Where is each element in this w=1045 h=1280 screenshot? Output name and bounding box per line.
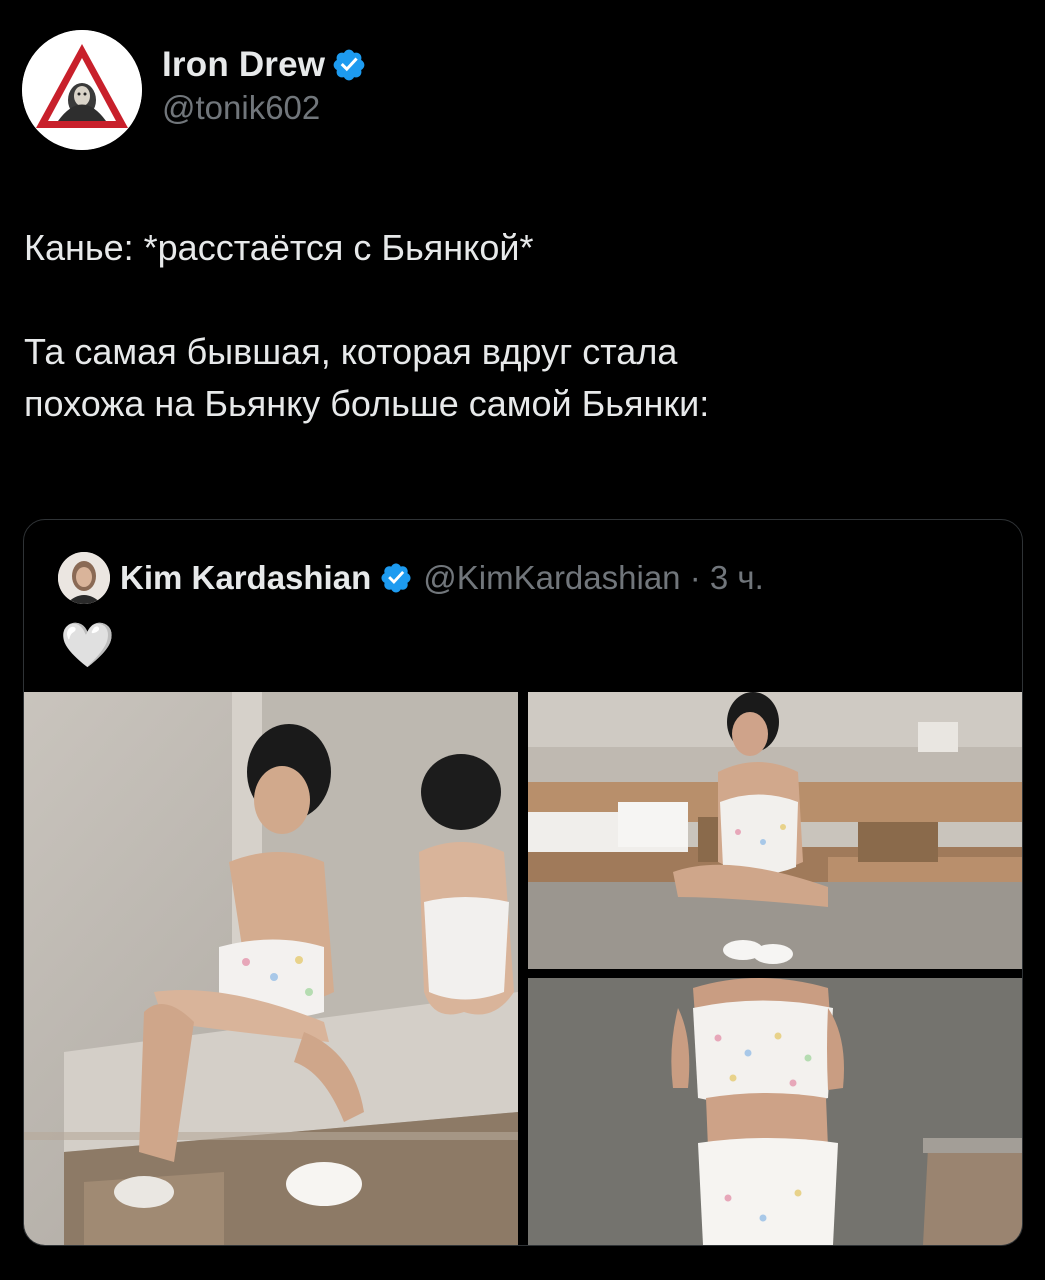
tweet-text-line-3: похожа на Бьянку больше самой Бьянки: [24, 383, 710, 424]
author-display-name[interactable]: Iron Drew [162, 45, 325, 85]
photo-bottom-right[interactable] [528, 978, 1022, 1245]
quoted-handle-time[interactable]: @KimKardashian · 3 ч. [423, 559, 764, 597]
quoted-verified-badge-icon[interactable] [379, 561, 413, 595]
verified-badge-icon[interactable] [331, 47, 367, 83]
photo-top-right-image [528, 692, 1022, 969]
quoted-tweet[interactable]: Kim Kardashian @KimKardashian · 3 ч. 🤍 [23, 519, 1023, 1246]
tweet-author[interactable]: Iron Drew @tonik602 [22, 30, 367, 150]
tweet-text-line-1: Канье: *расстаётся с Бьянкой* [24, 227, 534, 268]
author-avatar[interactable] [22, 30, 142, 150]
warning-sign-avatar-icon [22, 30, 142, 150]
photo-top-right[interactable] [528, 692, 1022, 969]
photo-grid [24, 692, 1022, 1245]
author-handle[interactable]: @tonik602 [162, 89, 367, 127]
tweet: Iron Drew @tonik602 Канье: *расстаётся с… [0, 0, 1045, 1280]
quoted-author-avatar[interactable] [58, 552, 110, 604]
author-name-row: Iron Drew [162, 45, 367, 85]
portrait-avatar-icon [58, 552, 110, 604]
tweet-text: Канье: *расстаётся с Бьянкой* Та самая б… [24, 222, 1014, 430]
quoted-tweet-header: Kim Kardashian @KimKardashian · 3 ч. [58, 552, 764, 604]
photo-bottom-right-image [528, 978, 1022, 1245]
photo-left-image [24, 692, 518, 1245]
tweet-text-line-2: Та самая бывшая, которая вдруг стала [24, 331, 678, 372]
author-names: Iron Drew @tonik602 [162, 45, 367, 127]
quoted-display-name[interactable]: Kim Kardashian [120, 559, 371, 597]
photo-left[interactable] [24, 692, 518, 1245]
quoted-tweet-text: 🤍 [60, 621, 115, 670]
